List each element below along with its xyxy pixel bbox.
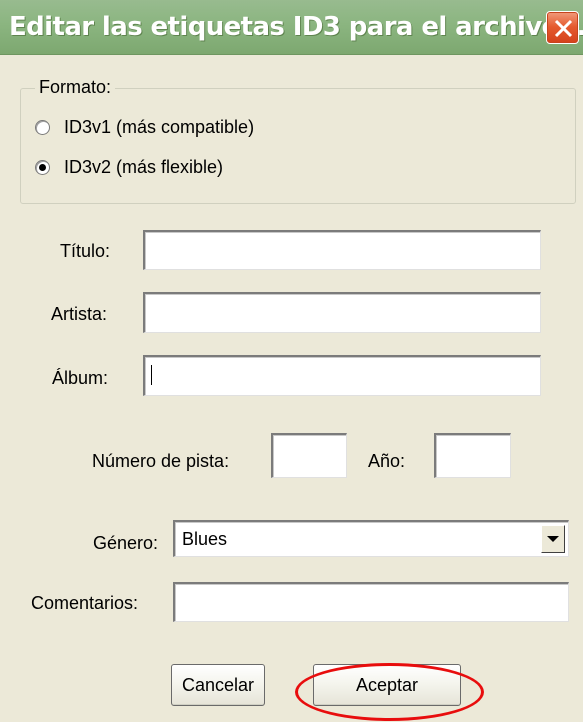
cancel-button[interactable]: Cancelar <box>171 664 265 706</box>
radio-id3v2-label: ID3v2 (más flexible) <box>64 157 224 177</box>
radio-id3v2-indicator[interactable] <box>35 159 50 175</box>
close-icon <box>554 19 573 38</box>
genero-selected-value: Blues <box>182 529 228 549</box>
album-input[interactable] <box>145 357 540 395</box>
dropdown-arrow-button[interactable] <box>541 525 565 553</box>
chevron-down-icon <box>547 536 559 542</box>
artista-label: Artista: <box>51 304 108 324</box>
genero-dropdown[interactable]: Blues <box>173 520 569 557</box>
format-groupbox <box>20 88 576 204</box>
titulo-field[interactable] <box>143 230 541 270</box>
numero-pista-input[interactable] <box>273 435 346 477</box>
accept-button[interactable]: Aceptar <box>313 664 461 706</box>
close-button[interactable] <box>546 11 579 44</box>
titulo-input[interactable] <box>145 232 540 269</box>
text-caret <box>151 365 152 385</box>
radio-id3v1-label: ID3v1 (más compatible) <box>64 117 255 137</box>
artista-input[interactable] <box>145 294 540 332</box>
radio-id3v1-indicator[interactable] <box>35 119 50 135</box>
titulo-label: Título: <box>60 241 111 261</box>
title-bar[interactable]: Editar las etiquetas ID3 para el archivo… <box>0 0 583 55</box>
radio-id3v2[interactable]: ID3v2 (más flexible) <box>35 157 223 177</box>
numero-pista-label: Número de pista: <box>92 451 230 471</box>
comentarios-input[interactable] <box>175 584 568 621</box>
comentarios-label: Comentarios: <box>31 593 139 613</box>
anio-field[interactable] <box>434 433 511 478</box>
artista-field[interactable] <box>143 292 541 333</box>
album-label: Álbum: <box>52 368 109 388</box>
anio-input[interactable] <box>436 435 510 477</box>
id3-editor-dialog: Editar las etiquetas ID3 para el archivo… <box>0 0 583 722</box>
numero-pista-field[interactable] <box>271 433 347 478</box>
window-title: Editar las etiquetas ID3 para el archivo… <box>9 12 583 42</box>
album-field[interactable] <box>143 355 541 396</box>
comentarios-field[interactable] <box>173 582 569 622</box>
format-group-label: Formato: <box>35 77 116 97</box>
genero-label: Género: <box>93 533 159 553</box>
anio-label: Año: <box>368 451 406 471</box>
radio-id3v1[interactable]: ID3v1 (más compatible) <box>35 117 254 137</box>
